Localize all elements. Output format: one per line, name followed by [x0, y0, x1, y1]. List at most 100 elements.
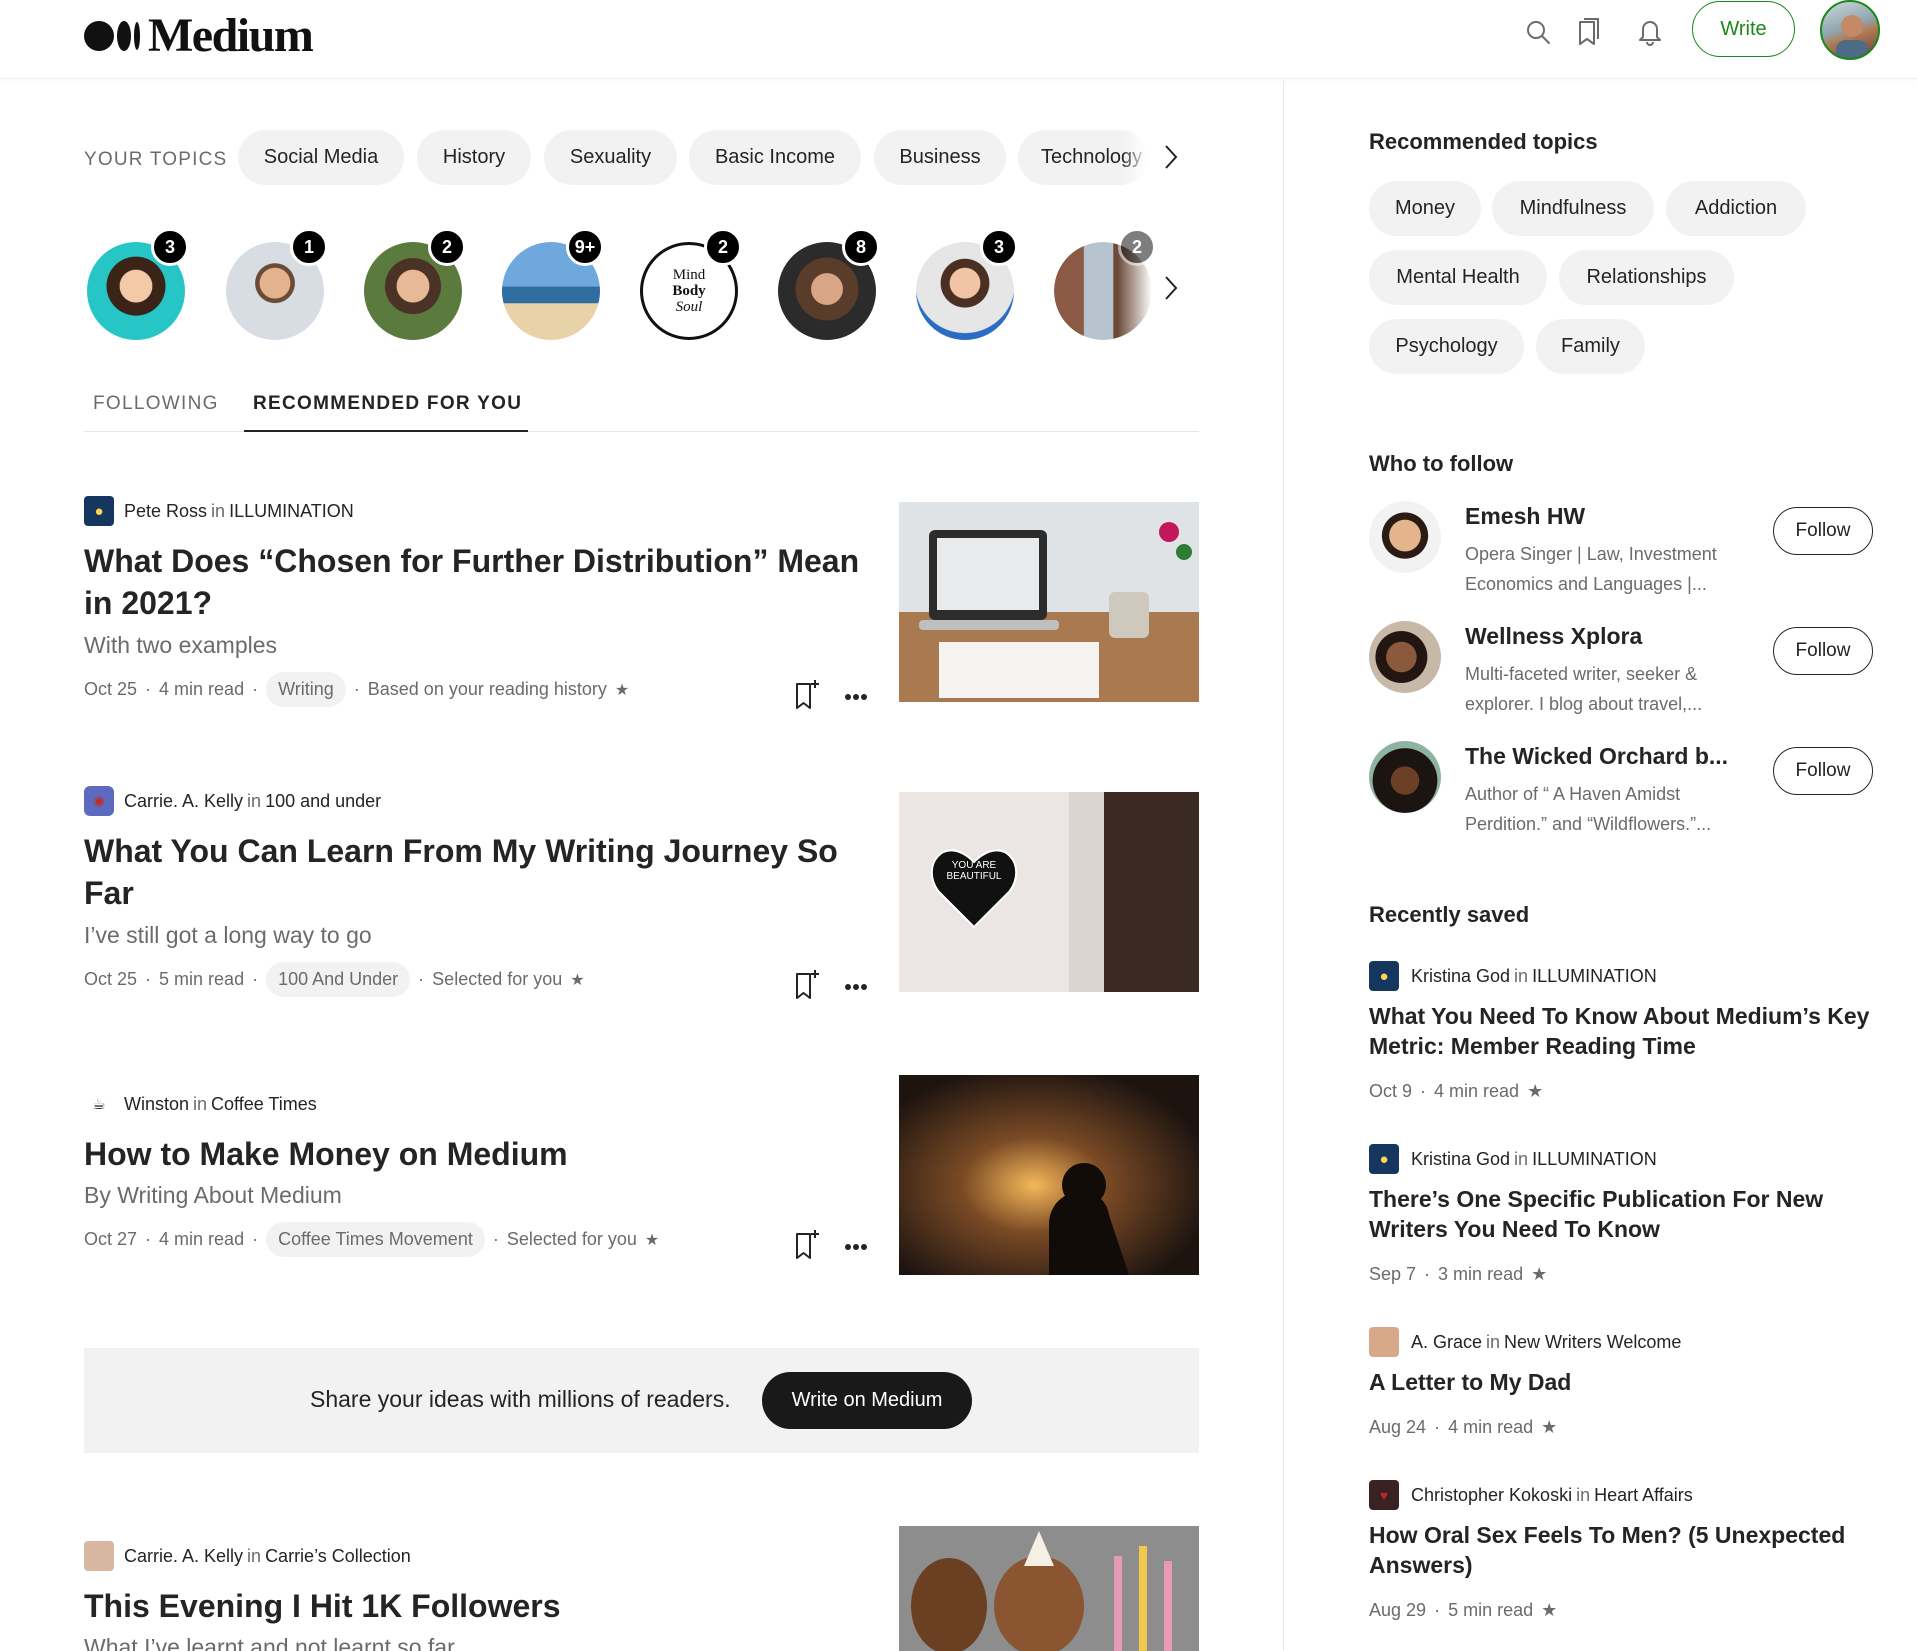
saved-date: Sep 7 [1369, 1264, 1417, 1284]
saved-story[interactable]: ● Kristina God in ILLUMINATION What You … [1369, 961, 1879, 1111]
rec-topic-chip[interactable]: Psychology [1369, 319, 1524, 374]
saved-date: Aug 29 [1369, 1600, 1427, 1620]
follow-button[interactable]: Follow [1773, 627, 1873, 675]
follow-button[interactable]: Follow [1773, 507, 1873, 555]
article-tag[interactable]: Writing [266, 672, 346, 707]
article-tag[interactable]: Coffee Times Movement [266, 1222, 485, 1257]
tab-following[interactable]: FOLLOWING [93, 393, 219, 415]
publication-name[interactable]: 100 and under [265, 791, 381, 812]
author-name[interactable]: Kristina God [1411, 1149, 1510, 1170]
article-card[interactable]: Carrie. A. Kelly in Carrie’s Collection … [84, 1526, 1199, 1651]
medium-logo[interactable]: Medium [84, 8, 314, 63]
who-to-follow-heading: Who to follow [1369, 451, 1514, 476]
followed-avatar[interactable]: 9+ [502, 228, 604, 340]
article-title[interactable]: What Does “Chosen for Further Distributi… [84, 540, 884, 624]
topic-chip-business[interactable]: Business [874, 130, 1006, 185]
publication-name[interactable]: ILLUMINATION [229, 501, 354, 522]
topic-chip-history[interactable]: History [417, 130, 531, 185]
topic-chip-technology[interactable]: Technology [1018, 130, 1148, 185]
article-thumbnail[interactable] [899, 502, 1199, 702]
saved-story[interactable]: ● Kristina God in ILLUMINATION There’s O… [1369, 1144, 1879, 1294]
article-thumbnail[interactable]: YOU ARE BEAUTIFUL [899, 792, 1199, 992]
saved-byline: ● Kristina God in ILLUMINATION [1369, 961, 1657, 991]
suggestion-bio: Author of “ A Haven Amidst Perdition.” a… [1465, 784, 1712, 834]
suggestion-name[interactable]: Wellness Xplora [1465, 623, 1642, 650]
illumination-logo-icon: ● [84, 496, 114, 526]
publication-name[interactable]: Coffee Times [211, 1094, 317, 1115]
user-avatar[interactable] [1820, 0, 1880, 60]
search-icon[interactable] [1520, 14, 1556, 50]
heart-affairs-logo-icon: ♥ [1369, 1480, 1399, 1510]
article-actions [794, 1228, 868, 1265]
coffee-cup-icon: ☕ [84, 1089, 114, 1119]
article-tag[interactable]: 100 And Under [266, 962, 411, 997]
article-title[interactable]: What You Can Learn From My Writing Journ… [84, 830, 884, 914]
suggestion-avatar[interactable] [1369, 741, 1441, 813]
followed-avatar[interactable]: 8 [778, 228, 880, 340]
bookmark-add-icon[interactable] [794, 678, 820, 715]
followed-avatar[interactable]: 2 [364, 228, 466, 340]
more-options-icon[interactable] [844, 688, 868, 706]
rec-topic-chip[interactable]: Addiction [1666, 181, 1806, 236]
follow-suggestion: Emesh HW Opera Singer | Law, Investment … [1369, 501, 1877, 601]
bookmark-add-icon[interactable] [794, 1228, 820, 1265]
article-thumbnail[interactable] [899, 1526, 1199, 1651]
followed-avatar[interactable]: 1 [226, 228, 328, 340]
article-thumbnail[interactable] [899, 1075, 1199, 1275]
author-name[interactable]: Carrie. A. Kelly [124, 1546, 243, 1567]
article-card[interactable]: ☕ Winston in Coffee Times How to Make Mo… [84, 1075, 1199, 1289]
article-card[interactable]: ● Pete Ross in ILLUMINATION What Does “C… [84, 496, 1199, 709]
topic-chip-social-media[interactable]: Social Media [238, 130, 404, 185]
publication-name[interactable]: ILLUMINATION [1532, 1149, 1657, 1170]
saved-title[interactable]: A Letter to My Dad [1369, 1367, 1879, 1397]
publication-name[interactable]: New Writers Welcome [1504, 1332, 1681, 1353]
author-name[interactable]: A. Grace [1411, 1332, 1482, 1353]
author-name[interactable]: Pete Ross [124, 501, 207, 522]
rec-topic-chip[interactable]: Relationships [1559, 250, 1734, 305]
notifications-icon[interactable] [1632, 14, 1668, 50]
saved-title[interactable]: There’s One Specific Publication For New… [1369, 1184, 1879, 1244]
more-options-icon[interactable] [844, 978, 868, 996]
publication-name[interactable]: ILLUMINATION [1532, 966, 1657, 987]
suggestion-name[interactable]: The Wicked Orchard b... [1465, 743, 1728, 770]
illumination-logo-icon: ● [1369, 961, 1399, 991]
saved-story[interactable]: ♥ Christopher Kokoski in Heart Affairs H… [1369, 1480, 1879, 1630]
author-name[interactable]: Kristina God [1411, 966, 1510, 987]
suggestion-avatar[interactable] [1369, 501, 1441, 573]
rec-topic-chip[interactable]: Mindfulness [1492, 181, 1654, 236]
publication-name[interactable]: Heart Affairs [1594, 1485, 1693, 1506]
more-options-icon[interactable] [844, 1238, 868, 1256]
topic-chip-sexuality[interactable]: Sexuality [544, 130, 677, 185]
rec-topic-chip[interactable]: Family [1536, 319, 1645, 374]
rec-topic-chip[interactable]: Mental Health [1369, 250, 1547, 305]
saved-title[interactable]: What You Need To Know About Medium’s Key… [1369, 1001, 1879, 1061]
write-button[interactable]: Write [1692, 1, 1795, 57]
bookmark-add-icon[interactable] [794, 968, 820, 1005]
bookmarks-icon[interactable] [1571, 14, 1607, 50]
tab-recommended[interactable]: RECOMMENDED FOR YOU [253, 393, 522, 415]
member-star-icon: ★ [614, 681, 630, 699]
saved-title[interactable]: How Oral Sex Feels To Men? (5 Unexpected… [1369, 1520, 1879, 1580]
recommendation-reason: Selected for you [506, 1229, 637, 1249]
followed-avatar[interactable]: Mind Body Soul 2 [640, 228, 742, 340]
followed-avatar[interactable]: 2 [1054, 228, 1156, 340]
author-name[interactable]: Christopher Kokoski [1411, 1485, 1572, 1506]
chevron-right-icon[interactable] [1157, 137, 1185, 177]
author-name[interactable]: Winston [124, 1094, 189, 1115]
follow-button[interactable]: Follow [1773, 747, 1873, 795]
read-time: 4 min read [159, 1229, 245, 1249]
chevron-right-icon[interactable] [1157, 268, 1185, 308]
write-on-medium-button[interactable]: Write on Medium [762, 1372, 972, 1429]
suggestion-name[interactable]: Emesh HW [1465, 503, 1585, 530]
article-title[interactable]: This Evening I Hit 1K Followers [84, 1585, 884, 1627]
followed-avatar[interactable]: 3 [916, 228, 1018, 340]
topic-chip-basic-income[interactable]: Basic Income [689, 130, 861, 185]
publication-name[interactable]: Carrie’s Collection [265, 1546, 411, 1567]
suggestion-avatar[interactable] [1369, 621, 1441, 693]
saved-story[interactable]: A. Grace in New Writers Welcome A Letter… [1369, 1327, 1879, 1447]
rec-topic-chip[interactable]: Money [1369, 181, 1481, 236]
author-name[interactable]: Carrie. A. Kelly [124, 791, 243, 812]
followed-avatar[interactable]: 3 [87, 228, 189, 340]
article-title[interactable]: How to Make Money on Medium [84, 1133, 884, 1175]
article-card[interactable]: ◉ Carrie. A. Kelly in 100 and under What… [84, 786, 1199, 999]
